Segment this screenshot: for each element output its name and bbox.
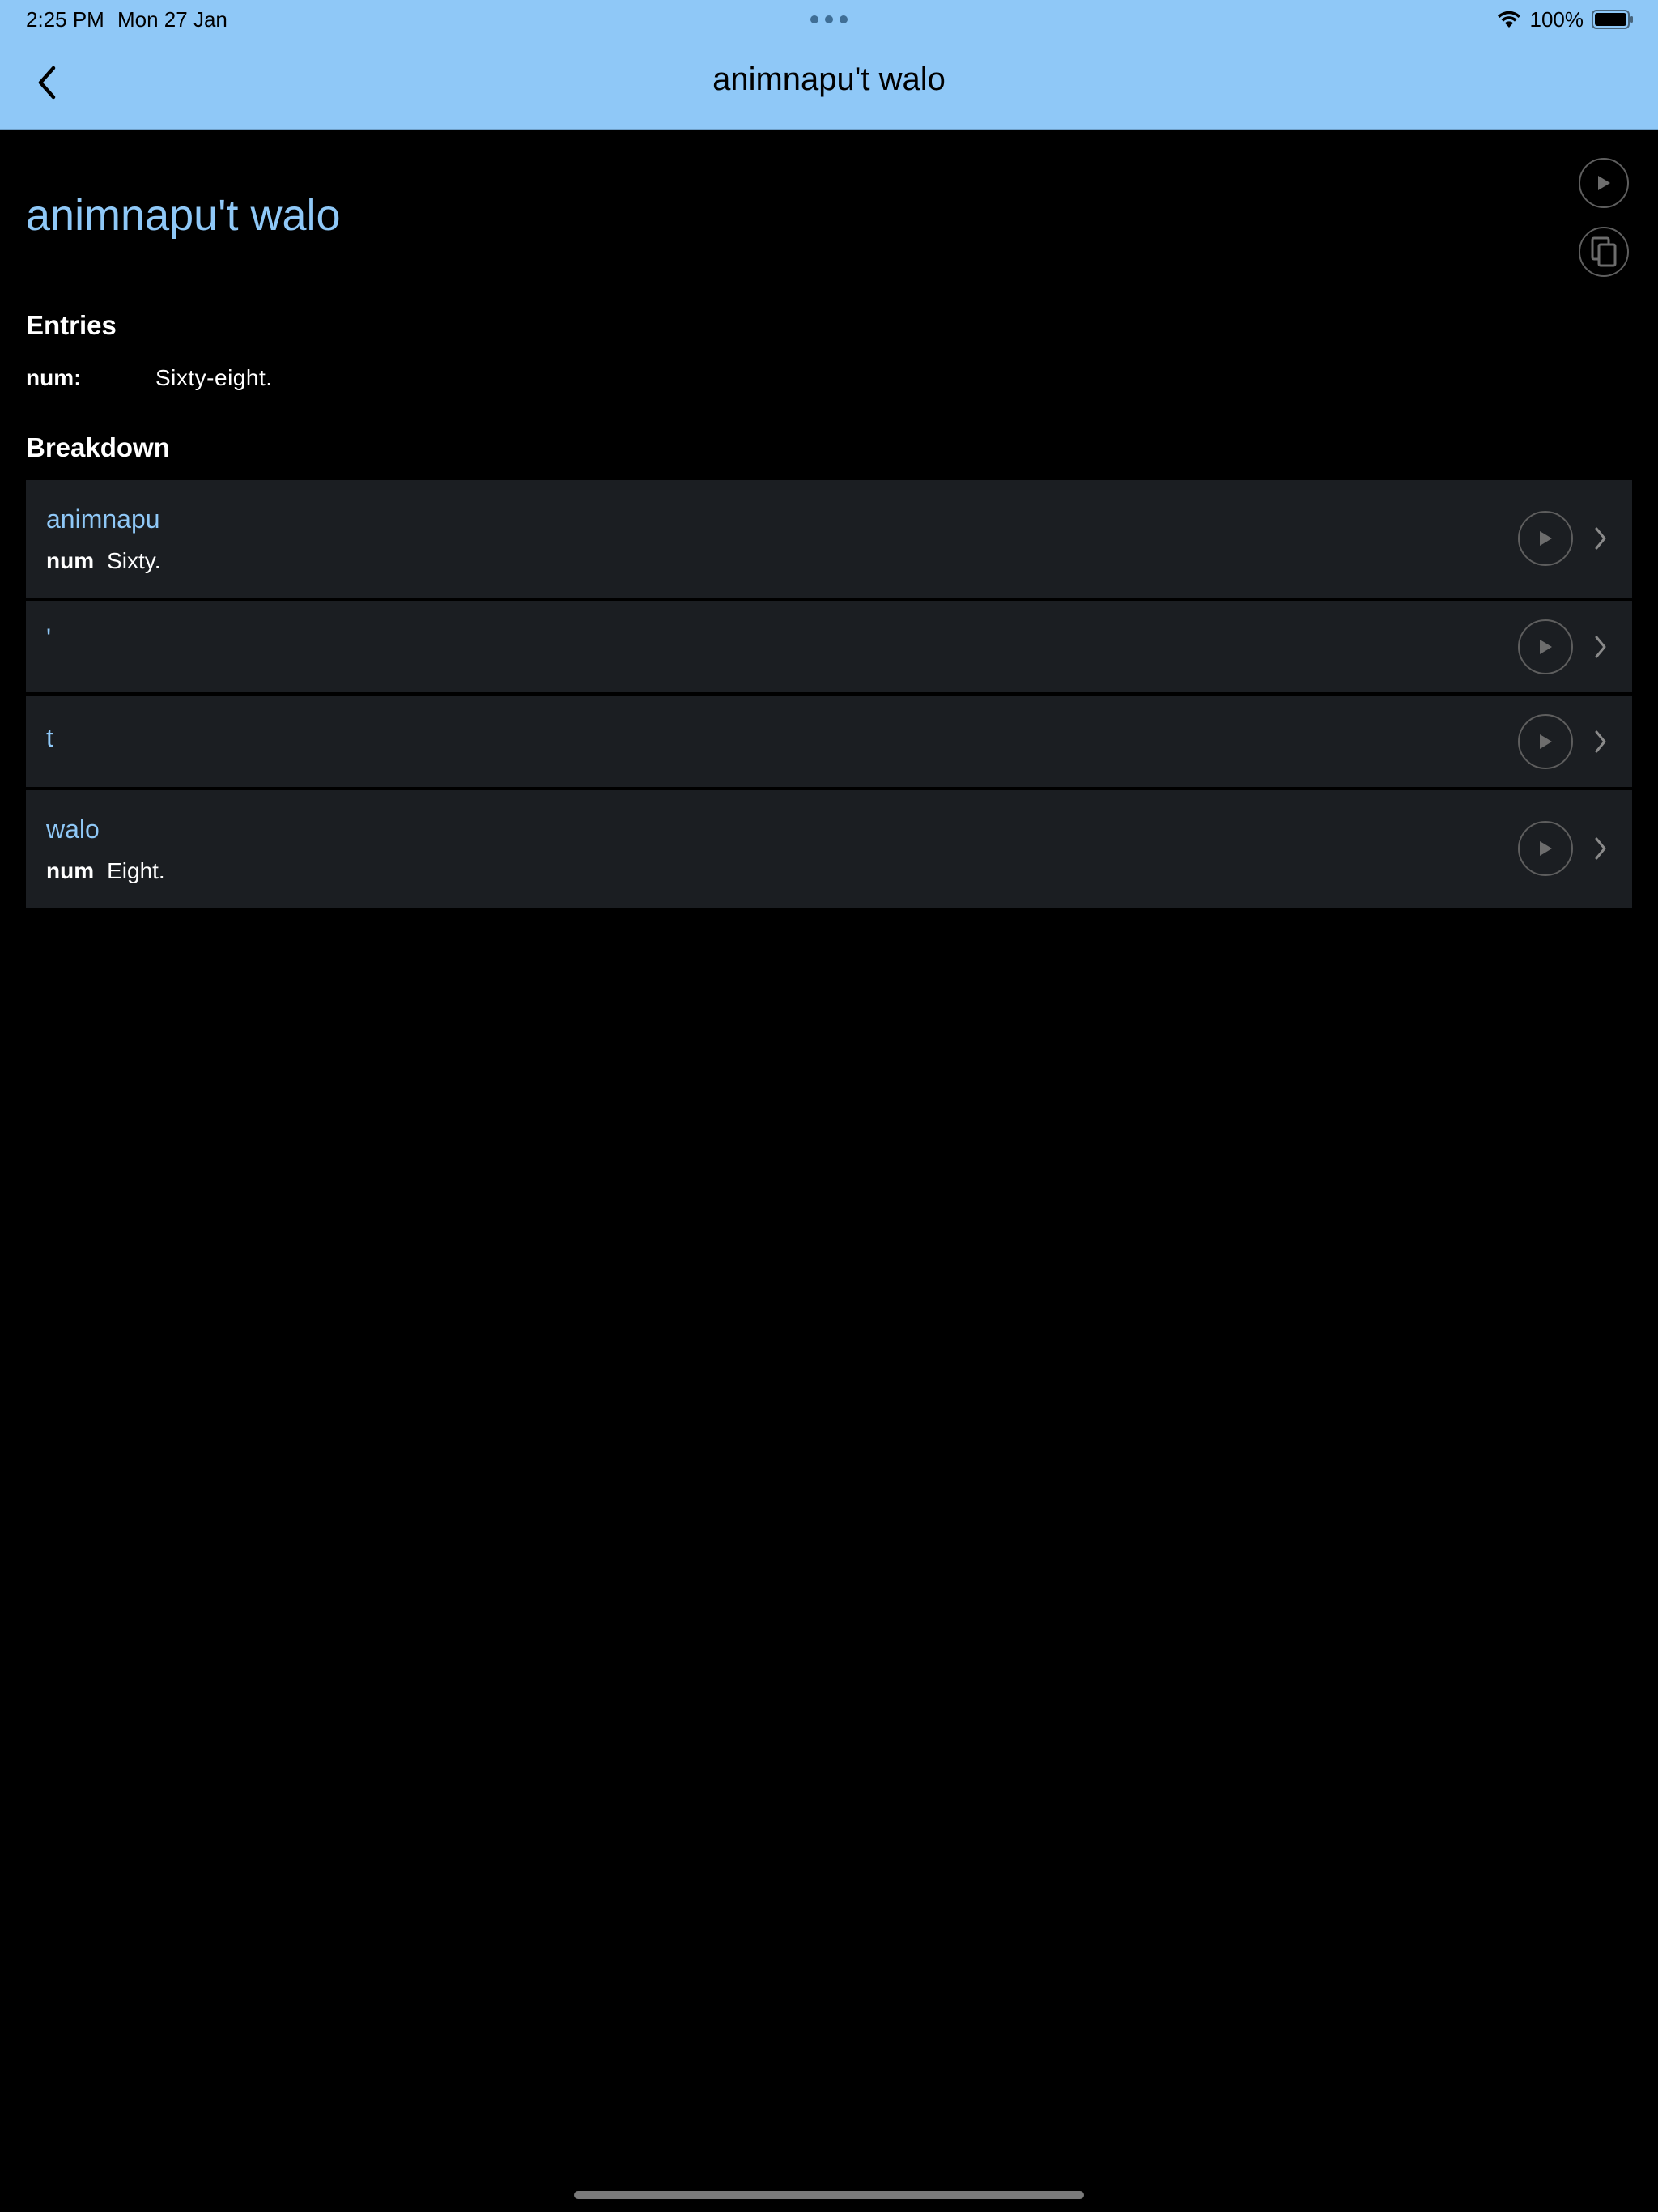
- play-icon: [1540, 734, 1552, 749]
- page-title: animnapu't walo: [712, 62, 946, 97]
- play-icon: [1540, 531, 1552, 546]
- play-icon: [1540, 841, 1552, 856]
- play-word-button[interactable]: [1579, 158, 1629, 208]
- entry-definition: Sixty-eight.: [155, 365, 273, 390]
- home-indicator[interactable]: [574, 2191, 1084, 2199]
- breakdown-play-button[interactable]: [1518, 619, 1573, 674]
- copy-icon: [1591, 236, 1617, 267]
- breakdown-part-of-speech: num: [46, 858, 95, 883]
- status-indicators: 100%: [1496, 6, 1635, 32]
- breakdown-heading: Breakdown: [26, 432, 170, 462]
- entry-part-of-speech: num:: [26, 365, 82, 390]
- breakdown-play-button[interactable]: [1518, 714, 1573, 769]
- breakdown-play-button[interactable]: [1518, 511, 1573, 566]
- chevron-right-icon: [1588, 832, 1613, 865]
- battery-icon: [1592, 10, 1633, 29]
- multitasking-dots-icon[interactable]: [810, 13, 848, 26]
- breakdown-definition: Eight.: [107, 858, 165, 883]
- breakdown-part-of-speech: num: [46, 548, 95, 573]
- breakdown-item-walo[interactable]: walo num Eight.: [26, 790, 1632, 908]
- breakdown-word: t: [46, 723, 53, 752]
- copy-word-button[interactable]: [1579, 227, 1629, 277]
- play-icon: [1598, 176, 1610, 190]
- word-title: animnapu't walo: [26, 191, 341, 240]
- play-icon: [1540, 640, 1552, 654]
- status-time: 2:25 PM: [26, 7, 104, 32]
- navigation-bar: animnapu't walo: [0, 39, 1658, 130]
- status-bar: 2:25 PM Mon 27 Jan 100%: [0, 0, 1658, 39]
- battery-percentage: 100%: [1529, 6, 1584, 32]
- breakdown-item-animnapu[interactable]: animnapu num Sixty.: [26, 480, 1632, 598]
- breakdown-word: ': [46, 623, 52, 653]
- breakdown-word: walo: [46, 815, 100, 844]
- breakdown-item-t[interactable]: t: [26, 696, 1632, 787]
- chevron-right-icon: [1588, 522, 1613, 555]
- breakdown-item-apostrophe[interactable]: ': [26, 601, 1632, 692]
- breakdown-definition-line: num Sixty.: [46, 548, 161, 574]
- chevron-right-icon: [1588, 631, 1613, 663]
- entries-heading: Entries: [26, 310, 117, 340]
- chevron-right-icon: [1588, 725, 1613, 758]
- status-date: Mon 27 Jan: [117, 7, 227, 32]
- breakdown-definition-line: num Eight.: [46, 858, 165, 884]
- breakdown-definition: Sixty.: [107, 548, 161, 573]
- breakdown-word: animnapu: [46, 504, 160, 534]
- wifi-icon: [1497, 11, 1520, 28]
- breakdown-play-button[interactable]: [1518, 821, 1573, 876]
